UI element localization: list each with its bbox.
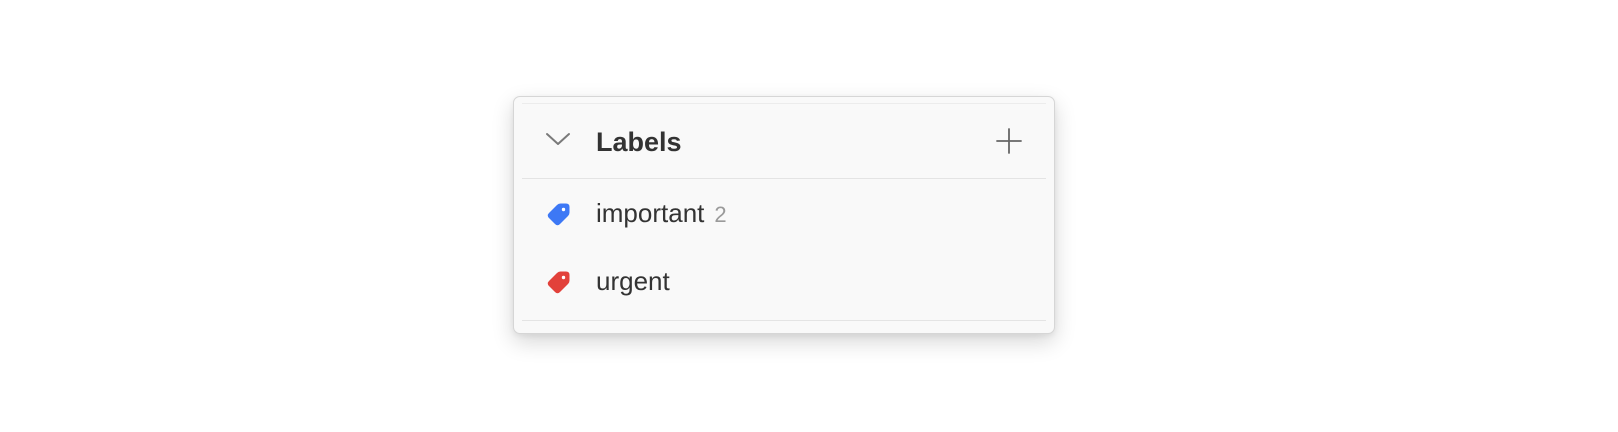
tag-shape	[547, 271, 570, 294]
label-item-important[interactable]: important 2	[522, 179, 1046, 247]
labels-header[interactable]: Labels	[522, 104, 1046, 179]
divider	[522, 320, 1046, 321]
label-text: important 2	[596, 197, 727, 231]
label-text: urgent	[596, 265, 670, 297]
label-name: important	[596, 198, 705, 228]
chevron-down-icon[interactable]	[544, 130, 572, 148]
tag-icon	[547, 203, 570, 226]
plus-icon[interactable]	[994, 126, 1024, 156]
tag-icon	[547, 271, 570, 294]
label-name: urgent	[596, 266, 670, 296]
labels-panel: Labels important 2 urgent	[513, 96, 1055, 334]
label-count: 2	[714, 202, 727, 227]
label-item-urgent[interactable]: urgent	[522, 247, 1046, 315]
label-list: important 2 urgent	[522, 179, 1046, 315]
tag-shape	[547, 203, 570, 226]
labels-title: Labels	[596, 127, 682, 157]
